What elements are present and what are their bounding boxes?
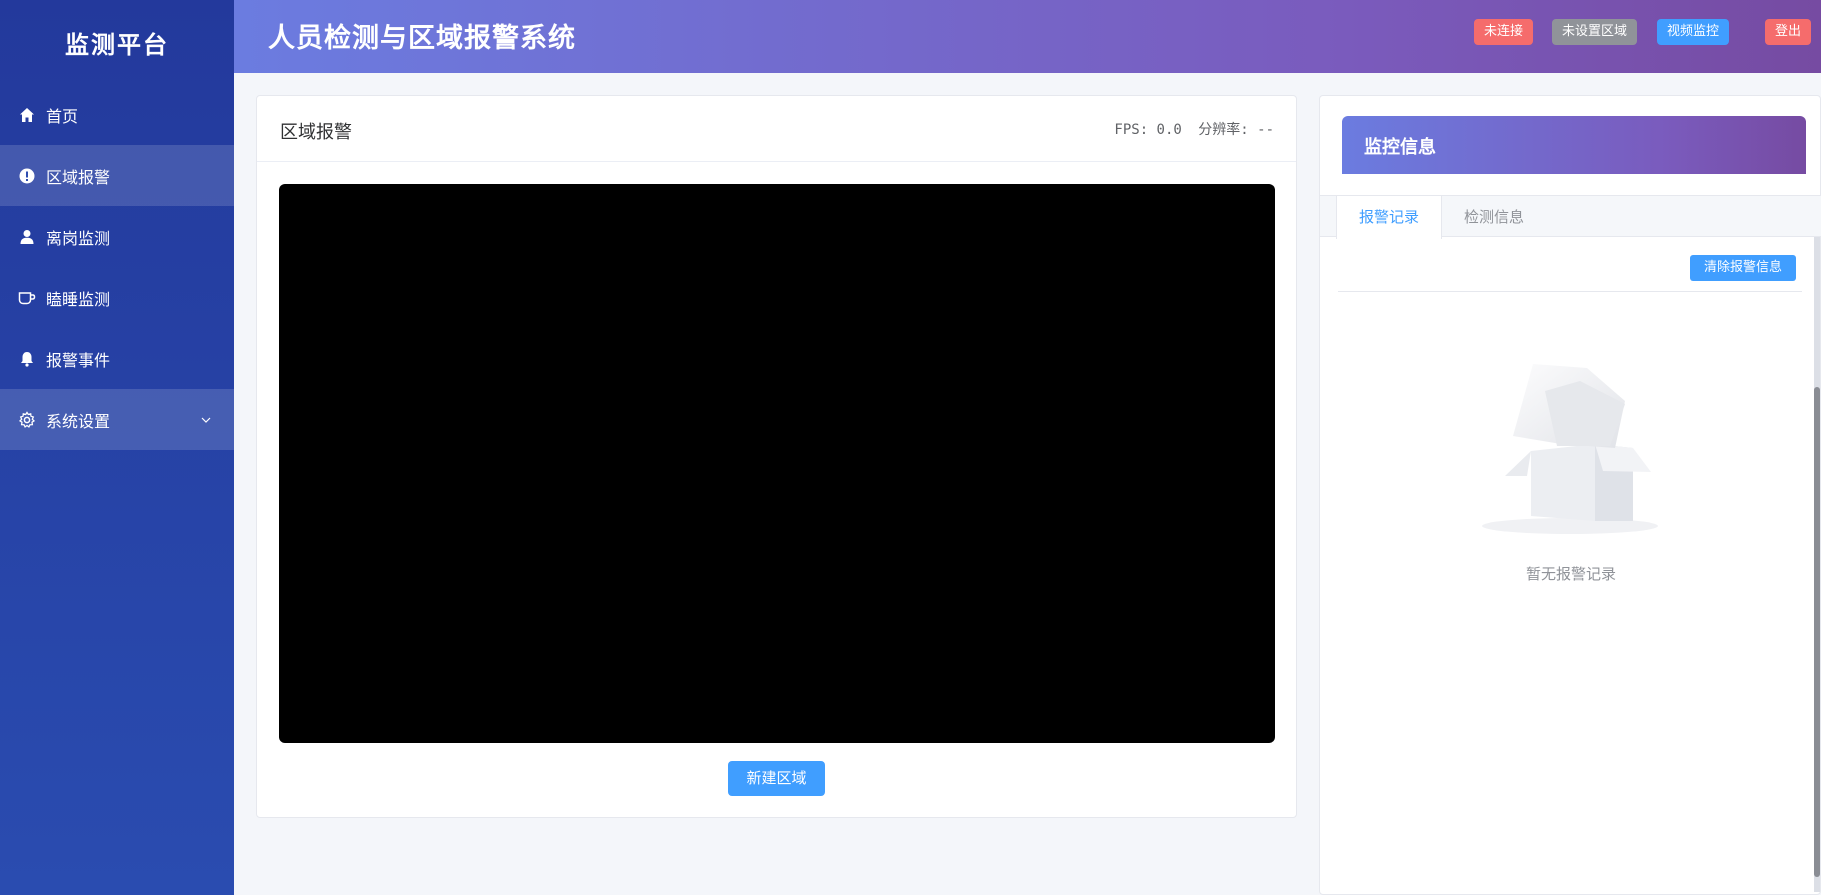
empty-box-icon bbox=[1475, 356, 1665, 536]
resolution-readout: 分辨率: -- bbox=[1198, 122, 1274, 138]
sidebar-item-label: 报警事件 bbox=[46, 350, 111, 370]
brand-title: 监测平台 bbox=[65, 30, 169, 59]
tab-alarm-records[interactable]: 报警记录 bbox=[1336, 196, 1442, 239]
panel-scrollbar[interactable] bbox=[1814, 237, 1820, 892]
region-status-badge: 未设置区域 bbox=[1552, 19, 1638, 45]
empty-state-text: 暂无报警记录 bbox=[1525, 565, 1616, 583]
video-card: 区域报警 FPS: 0.0 分辨率: -- 新建区域 bbox=[256, 95, 1297, 818]
video-monitor-button[interactable]: 视频监控 bbox=[1657, 19, 1730, 45]
panel-tabs: 报警记录 检测信息 bbox=[1320, 195, 1821, 239]
video-stats: FPS: 0.0 分辨率: -- bbox=[1106, 119, 1274, 139]
sidebar-item-home[interactable]: 首页 bbox=[0, 84, 234, 145]
sidebar-item-label: 瞌睡监测 bbox=[46, 289, 111, 309]
sidebar-item-label: 首页 bbox=[46, 106, 79, 126]
exclamation-circle-icon bbox=[18, 167, 36, 185]
top-header: 人员检测与区域报警系统 未连接 未设置区域 视频监控 登出 bbox=[234, 0, 1821, 73]
video-canvas[interactable] bbox=[279, 184, 1275, 743]
chevron-down-icon bbox=[200, 411, 212, 430]
coffee-cup-icon bbox=[18, 289, 36, 307]
sidebar-item-region-alarm[interactable]: 区域报警 bbox=[0, 145, 234, 206]
monitor-info-panel: 监控信息 报警记录 检测信息 清除报警信息 暂无报警记录 bbox=[1319, 95, 1821, 895]
home-icon bbox=[18, 106, 36, 124]
bell-icon bbox=[18, 350, 36, 368]
video-card-title: 区域报警 bbox=[280, 122, 352, 143]
scrollbar-thumb[interactable] bbox=[1814, 387, 1820, 877]
logout-button[interactable]: 登出 bbox=[1765, 19, 1812, 45]
user-icon bbox=[18, 228, 36, 246]
gear-icon bbox=[18, 410, 36, 429]
connection-status-badge: 未连接 bbox=[1474, 19, 1534, 45]
tab-detection-info[interactable]: 检测信息 bbox=[1442, 196, 1546, 238]
sidebar-item-off-post[interactable]: 离岗监测 bbox=[0, 206, 234, 267]
new-region-button[interactable]: 新建区域 bbox=[728, 761, 825, 796]
fps-readout: FPS: 0.0 bbox=[1114, 122, 1182, 138]
sidebar-item-alarm-events[interactable]: 报警事件 bbox=[0, 328, 234, 389]
clear-alarms-button[interactable]: 清除报警信息 bbox=[1689, 255, 1796, 281]
sidebar-item-label: 离岗监测 bbox=[46, 228, 111, 248]
sidebar-item-settings[interactable]: 系统设置 bbox=[0, 389, 234, 450]
panel-title: 监控信息 bbox=[1342, 116, 1806, 174]
sidebar-item-label: 系统设置 bbox=[46, 411, 111, 431]
sidebar-item-drowsy[interactable]: 瞌睡监测 bbox=[0, 267, 234, 328]
divider bbox=[1338, 291, 1802, 292]
sidebar-item-label: 区域报警 bbox=[46, 167, 111, 187]
page-title: 人员检测与区域报警系统 bbox=[268, 23, 576, 54]
sidebar: 监测平台 首页 区域报警 离岗监测 瞌睡监测 报警事件 系统设置 bbox=[0, 0, 234, 895]
video-card-header: 区域报警 FPS: 0.0 分辨率: -- bbox=[257, 96, 1296, 162]
